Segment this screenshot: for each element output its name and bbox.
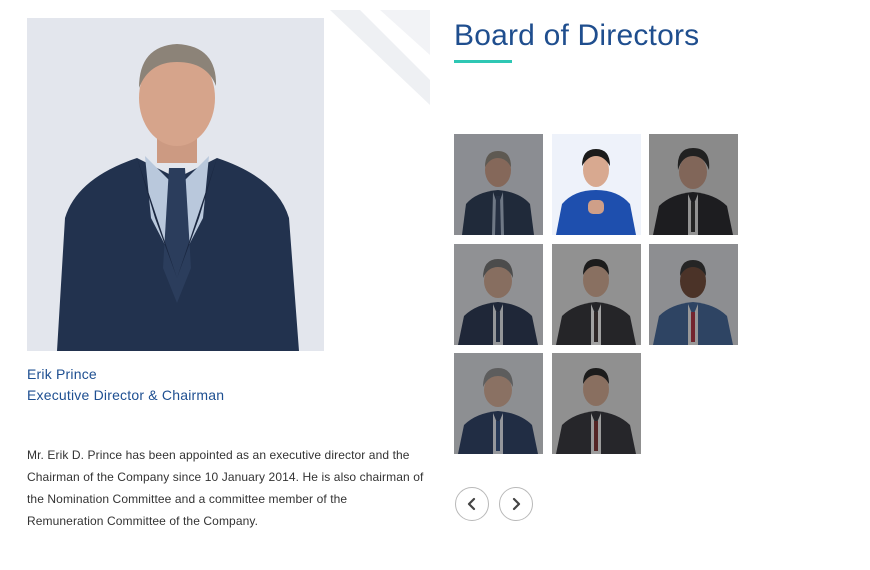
director-portrait-2 [552, 134, 641, 235]
previous-button[interactable] [455, 487, 489, 521]
director-thumbnail-2[interactable] [552, 134, 641, 235]
title-underline [454, 60, 512, 63]
director-thumbnail-3[interactable] [649, 134, 738, 235]
director-thumbnail-5[interactable] [552, 244, 641, 345]
featured-director-name: Erik Prince [27, 366, 97, 382]
chevron-right-icon [512, 497, 521, 511]
director-thumbnail-4[interactable] [454, 244, 543, 345]
featured-director-bio: Mr. Erik D. Prince has been appointed as… [27, 448, 424, 528]
director-thumbnail-8[interactable] [552, 353, 641, 454]
director-thumbnail-6[interactable] [649, 244, 738, 345]
next-button[interactable] [499, 487, 533, 521]
featured-director-title: Executive Director & Chairman [27, 387, 225, 403]
featured-director-photo [27, 18, 324, 351]
chevron-left-icon [467, 497, 476, 511]
decorative-stripes [330, 10, 430, 105]
director-thumbnail-7[interactable] [454, 353, 543, 454]
director-thumbnail-1[interactable] [454, 134, 543, 235]
page-title: Board of Directors [454, 19, 700, 52]
